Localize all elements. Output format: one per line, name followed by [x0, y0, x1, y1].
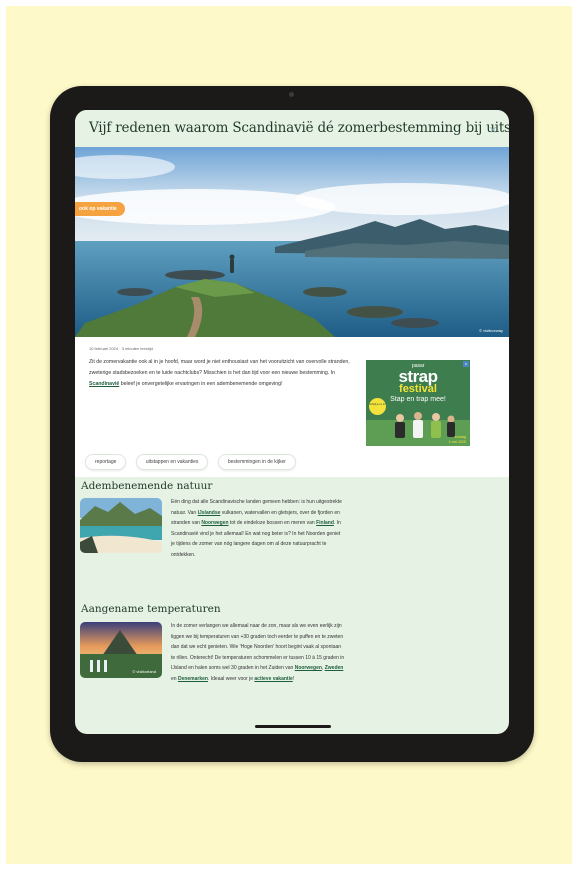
home-indicator[interactable]	[255, 725, 331, 728]
section-text-temperaturen: In de zomer verlangen we allemaal naar d…	[171, 621, 345, 684]
ad-festival: festival	[399, 383, 437, 395]
link-zweden[interactable]: Zweden	[325, 665, 344, 671]
article-title-text: Vijf redenen waarom Scandinavië dé zomer…	[89, 120, 509, 136]
section-image-temperaturen: © visiticeland	[80, 622, 162, 678]
article-intro-panel: 10 februari 2024 · 3 minuten leestijd Zi…	[75, 337, 509, 477]
hero-landscape-illustration	[75, 147, 509, 337]
link-actieve-vakantie[interactable]: actieve vakantie	[254, 676, 292, 682]
section-heading-natuur: Adembenemende natuur	[81, 480, 213, 492]
ad-date-full: 4 mei 2025	[448, 439, 466, 444]
ad-date: zondag 4 mei 2025	[449, 435, 466, 444]
close-icon[interactable]: ×	[489, 112, 497, 149]
tag-reportage[interactable]: reportage	[85, 454, 127, 470]
section-image-natuur	[80, 498, 162, 553]
link-scandinavie[interactable]: Scandinavië	[89, 381, 119, 387]
link-finland[interactable]: Finland	[316, 520, 334, 526]
advertisement-banner[interactable]: x pasar strap festival Stap en trap mee!…	[366, 360, 470, 446]
article-meta: 10 februari 2024 · 3 minuten leestijd	[89, 346, 153, 351]
article-intro: Zit de zomervakantie ook al in je hoofd,…	[89, 357, 357, 390]
link-noorwegen-2[interactable]: Noorwegen	[295, 665, 322, 671]
link-denemarken[interactable]: Denemarken	[178, 676, 208, 682]
text: !	[292, 675, 295, 682]
camera-icon	[289, 92, 294, 97]
hero-image: ook op vakantie © visitnorway	[75, 147, 509, 337]
article-title: Vijf redenen waarom Scandinavië dé zomer…	[75, 110, 509, 147]
intro-text: Zit de zomervakantie ook al in je hoofd,…	[89, 359, 350, 376]
beach-fjord-illustration	[80, 498, 162, 553]
link-ijslandse[interactable]: IJslandse	[198, 510, 221, 516]
text: en	[171, 675, 178, 682]
text: In de zomer verlangen we allemaal naar d…	[171, 623, 345, 671]
ad-signup-badge: schrijf je nu in!	[369, 398, 386, 415]
tablet-frame: Vijf redenen waarom Scandinavië dé zomer…	[50, 86, 534, 762]
intro-text-end: beleef je onvergetelijke ervaringen in e…	[119, 381, 283, 387]
tag-uitstappen[interactable]: uitstappen en vakanties	[135, 454, 209, 470]
category-badge[interactable]: ook op vakantie	[75, 202, 125, 216]
section-heading-temperaturen: Aangename temperaturen	[81, 603, 221, 615]
tablet-screen[interactable]: Vijf redenen waarom Scandinavië dé zomer…	[75, 110, 509, 734]
link-noorwegen[interactable]: Noorwegen	[201, 520, 228, 526]
section-text-natuur: Eén ding dat alle Scandinavische landen …	[171, 497, 345, 560]
text: tot de eindeloze bossen en meren van	[228, 520, 317, 526]
text: . Ideaal weer voor je	[207, 675, 255, 682]
photo-credit: © visitnorway	[479, 328, 503, 333]
image-credit: © visiticeland	[132, 669, 156, 674]
tag-bestemmingen[interactable]: bestemmingen in de kijker	[217, 454, 296, 470]
tag-list: reportage uitstappen en vakanties bestem…	[85, 450, 301, 470]
